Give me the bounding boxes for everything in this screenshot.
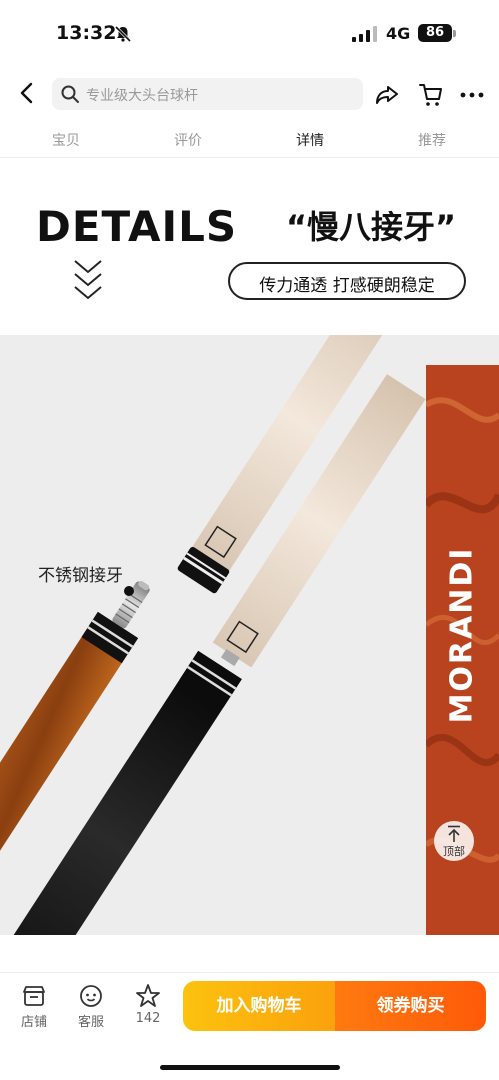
arrow-up-icon [448, 825, 460, 842]
bell-muted-icon [114, 25, 132, 43]
customer-service-icon [80, 985, 102, 1007]
network-label: 4G [386, 24, 411, 43]
customer-service-label: 客服 [77, 1015, 104, 1030]
battery-cap [453, 30, 456, 37]
callout-dot [124, 586, 134, 596]
shop-label: 店铺 [20, 1015, 47, 1030]
section-tabs: 宝贝 评价 详情 推荐 [0, 122, 499, 158]
product-image: MORANDI 不锈钢接牙 顶部 [0, 335, 499, 935]
status-time: 13:32 [56, 22, 117, 44]
signal-icon [352, 26, 377, 42]
status-bar: 13:32 4G 86 [0, 0, 499, 66]
buy-with-coupon-button[interactable]: 领券购买 [335, 981, 486, 1031]
battery-indicator: 86 [418, 24, 452, 42]
add-to-cart-button[interactable]: 加入购物车 [183, 981, 335, 1031]
pool-cue-illustration [0, 335, 426, 935]
share-icon[interactable] [374, 82, 400, 108]
details-banner: DETAILS “慢八接牙” 传力通透 打感硬朗稳定 [0, 160, 499, 335]
tab-item[interactable]: 宝贝 [36, 130, 96, 150]
joint-callout: 不锈钢接牙 [38, 566, 123, 586]
tab-reviews[interactable]: 评价 [158, 130, 218, 150]
back-to-top-label: 顶部 [443, 845, 465, 858]
shop-icon [23, 986, 45, 1006]
star-icon [136, 984, 160, 1007]
shop-button[interactable]: 店铺 [14, 983, 54, 1030]
nav-bar: 专业级大头台球杆 [0, 70, 499, 120]
tab-details[interactable]: 详情 [280, 130, 340, 150]
search-input[interactable]: 专业级大头台球杆 [52, 78, 363, 110]
cart-icon[interactable] [418, 82, 444, 108]
details-title: DETAILS [36, 202, 238, 251]
brand-name: MORANDI [444, 546, 480, 724]
back-to-top-button[interactable]: 顶部 [434, 821, 474, 861]
feature-pill: 传力通透 打感硬朗稳定 [228, 262, 466, 300]
chevron-down-icon [74, 260, 102, 300]
search-placeholder: 专业级大头台球杆 [86, 88, 198, 104]
bottom-action-bar: 店铺 客服 142 加入购物车 领券购买 [0, 972, 499, 1080]
home-indicator [160, 1065, 340, 1070]
favorite-button[interactable]: 142 [128, 983, 168, 1026]
back-icon[interactable] [14, 80, 40, 106]
slogan-text: “慢八接牙” [286, 208, 457, 246]
tab-recommend[interactable]: 推荐 [402, 130, 462, 150]
more-icon[interactable] [460, 84, 484, 106]
favorites-count: 142 [135, 1011, 161, 1026]
feature-pill-label: 传力通透 打感硬朗稳定 [259, 276, 435, 296]
search-icon [61, 85, 79, 103]
customer-service-button[interactable]: 客服 [71, 983, 111, 1030]
